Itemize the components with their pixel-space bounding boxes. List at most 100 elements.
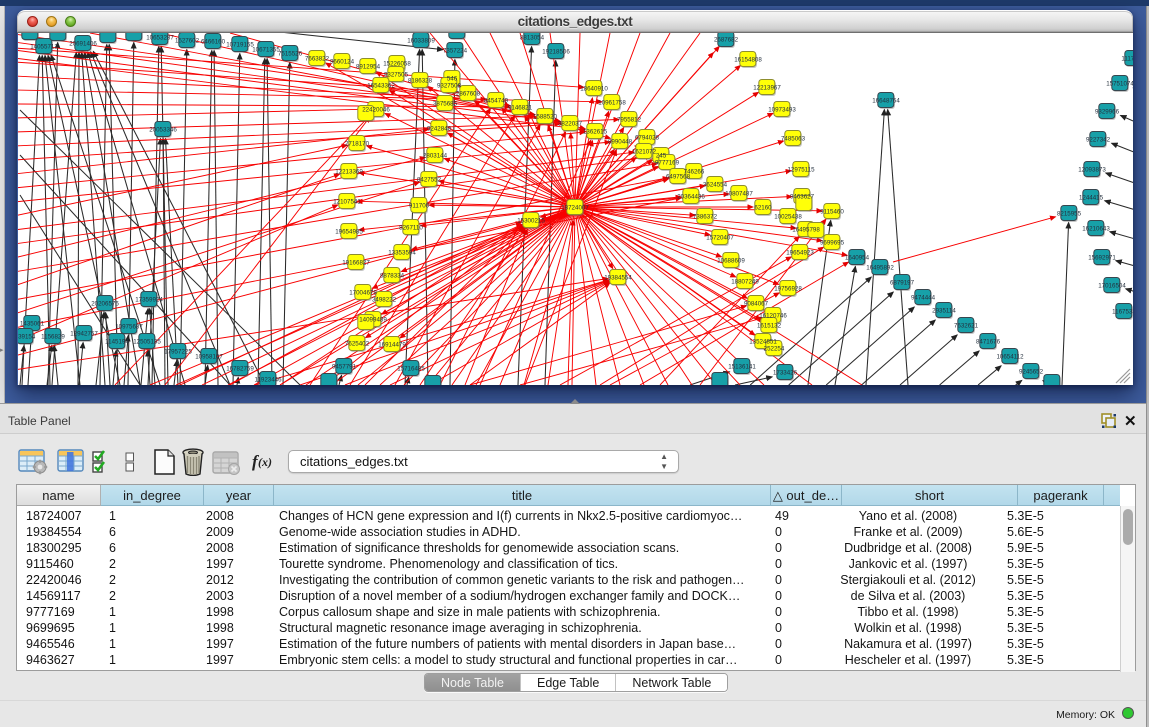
svg-text:7515526: 7515526 bbox=[278, 50, 303, 57]
svg-text:12093873: 12093873 bbox=[1078, 166, 1106, 173]
svg-text:17016504: 17016504 bbox=[1098, 282, 1126, 289]
svg-text:10975687: 10975687 bbox=[115, 323, 143, 330]
svg-text:9457791: 9457791 bbox=[332, 363, 357, 370]
svg-text:7955812: 7955812 bbox=[617, 116, 642, 123]
svg-text:(x): (x) bbox=[258, 455, 272, 469]
svg-text:9327505: 9327505 bbox=[384, 71, 409, 78]
svg-text:20691406: 20691406 bbox=[69, 40, 97, 47]
svg-text:3875685: 3875685 bbox=[433, 100, 458, 107]
svg-text:8471676: 8471676 bbox=[976, 338, 1001, 345]
svg-text:15136141: 15136141 bbox=[728, 363, 756, 370]
svg-text:2803144: 2803144 bbox=[423, 152, 448, 159]
svg-text:1435061: 1435061 bbox=[20, 320, 45, 327]
svg-text:16782759: 16782759 bbox=[226, 365, 254, 372]
svg-text:1615132: 1615132 bbox=[757, 322, 782, 329]
svg-text:10671355: 10671355 bbox=[252, 46, 280, 53]
svg-text:8912954: 8912954 bbox=[356, 63, 381, 70]
svg-text:1244415: 1244415 bbox=[1079, 194, 1104, 201]
svg-text:7357224: 7357224 bbox=[443, 47, 468, 54]
svg-text:245: 245 bbox=[656, 152, 667, 159]
svg-text:9327508: 9327508 bbox=[437, 82, 462, 89]
svg-text:22420046: 22420046 bbox=[362, 106, 390, 113]
svg-text:7485063: 7485063 bbox=[781, 135, 806, 142]
svg-text:6466160: 6466160 bbox=[201, 38, 226, 45]
svg-text:9084067: 9084067 bbox=[744, 300, 769, 307]
svg-text:18640910: 18640910 bbox=[580, 85, 608, 92]
svg-text:10807487: 10807487 bbox=[725, 190, 753, 197]
svg-text:13353594: 13353594 bbox=[388, 249, 416, 256]
svg-text:1145194: 1145194 bbox=[105, 338, 129, 345]
svg-text:12213369: 12213369 bbox=[335, 168, 363, 175]
svg-text:1362615: 1362615 bbox=[583, 128, 608, 135]
svg-text:16495892: 16495892 bbox=[866, 264, 894, 271]
svg-text:19218506: 19218506 bbox=[542, 48, 570, 55]
svg-text:1640954: 1640954 bbox=[845, 254, 870, 261]
svg-text:20364436: 20364436 bbox=[677, 193, 705, 200]
svg-text:18724007: 18724007 bbox=[561, 204, 589, 211]
svg-text:9146821: 9146821 bbox=[508, 104, 533, 111]
svg-text:6794028: 6794028 bbox=[635, 134, 660, 141]
svg-text:1167533: 1167533 bbox=[1112, 308, 1133, 315]
svg-text:8267110: 8267110 bbox=[399, 224, 423, 231]
svg-text:9245652: 9245652 bbox=[1019, 368, 1044, 375]
svg-text:6879197: 6879197 bbox=[890, 279, 915, 286]
svg-text:19166827: 19166827 bbox=[342, 259, 370, 266]
svg-text:16495798: 16495798 bbox=[792, 226, 820, 233]
svg-text:8186328: 8186328 bbox=[408, 77, 433, 84]
svg-text:16914479: 16914479 bbox=[378, 341, 406, 348]
svg-text:2935114: 2935114 bbox=[932, 307, 956, 314]
svg-text:10973493: 10973493 bbox=[768, 106, 796, 113]
svg-text:8990448: 8990448 bbox=[608, 138, 633, 145]
svg-text:10654112: 10654112 bbox=[996, 353, 1024, 360]
svg-text:15692971: 15692971 bbox=[1088, 254, 1116, 261]
svg-text:1156829: 1156829 bbox=[41, 333, 65, 340]
svg-text:15716485: 15716485 bbox=[397, 365, 425, 372]
svg-text:62160: 62160 bbox=[754, 204, 772, 211]
svg-text:16648764: 16648764 bbox=[872, 97, 900, 104]
svg-text:15720407: 15720407 bbox=[706, 234, 734, 241]
svg-text:19654923: 19654923 bbox=[786, 249, 814, 256]
svg-text:16210643: 16210643 bbox=[1082, 225, 1110, 232]
svg-text:9777169: 9777169 bbox=[655, 159, 680, 166]
svg-text:546: 546 bbox=[447, 75, 458, 82]
svg-text:7663822: 7663822 bbox=[305, 55, 330, 62]
svg-text:9474444: 9474444 bbox=[911, 294, 936, 301]
svg-text:18807249: 18807249 bbox=[731, 278, 759, 285]
svg-text:7386372: 7386372 bbox=[693, 213, 718, 220]
svg-text:10653287: 10653287 bbox=[146, 34, 174, 41]
svg-text:14055713: 14055713 bbox=[30, 43, 58, 50]
svg-text:12213967: 12213967 bbox=[753, 84, 781, 91]
svg-text:15226058: 15226058 bbox=[383, 60, 411, 67]
svg-text:939154: 939154 bbox=[18, 333, 36, 340]
svg-text:9699695: 9699695 bbox=[820, 239, 845, 246]
svg-text:10719155: 10719155 bbox=[226, 41, 254, 48]
svg-text:7632621: 7632621 bbox=[954, 322, 979, 329]
svg-text:2718170: 2718170 bbox=[345, 140, 370, 147]
svg-text:20053346: 20053346 bbox=[149, 126, 177, 133]
svg-text:9227342: 9227342 bbox=[1086, 136, 1111, 143]
svg-text:17957225: 17957225 bbox=[164, 348, 192, 355]
svg-text:10688609: 10688609 bbox=[717, 257, 745, 264]
svg-text:8427552: 8427552 bbox=[417, 176, 442, 183]
svg-text:8813054: 8813054 bbox=[520, 34, 545, 41]
svg-text:8454749: 8454749 bbox=[484, 97, 509, 104]
svg-text:3822037: 3822037 bbox=[558, 120, 583, 127]
svg-text:8878334: 8878334 bbox=[380, 272, 405, 279]
svg-text:16120746: 16120746 bbox=[759, 312, 787, 319]
svg-text:1527602: 1527602 bbox=[175, 37, 200, 44]
svg-text:19384554: 19384554 bbox=[604, 274, 632, 281]
svg-text:17359924: 17359924 bbox=[135, 296, 163, 303]
svg-text:8215955: 8215955 bbox=[1057, 210, 1082, 217]
svg-text:6497568: 6497568 bbox=[666, 173, 691, 180]
svg-text:17004678: 17004678 bbox=[349, 289, 377, 296]
svg-text:19654985: 19654985 bbox=[335, 228, 363, 235]
svg-text:12942757: 12942757 bbox=[70, 330, 98, 337]
svg-text:15751074: 15751074 bbox=[1106, 80, 1133, 87]
svg-text:3624554: 3624554 bbox=[703, 181, 728, 188]
svg-text:12505135: 12505135 bbox=[133, 338, 161, 345]
svg-text:19756928: 19756928 bbox=[774, 285, 802, 292]
svg-text:13524851: 13524851 bbox=[749, 338, 777, 345]
svg-text:12975115: 12975115 bbox=[787, 166, 815, 173]
svg-text:9242848: 9242848 bbox=[427, 125, 452, 132]
svg-text:20206576: 20206576 bbox=[91, 300, 119, 307]
